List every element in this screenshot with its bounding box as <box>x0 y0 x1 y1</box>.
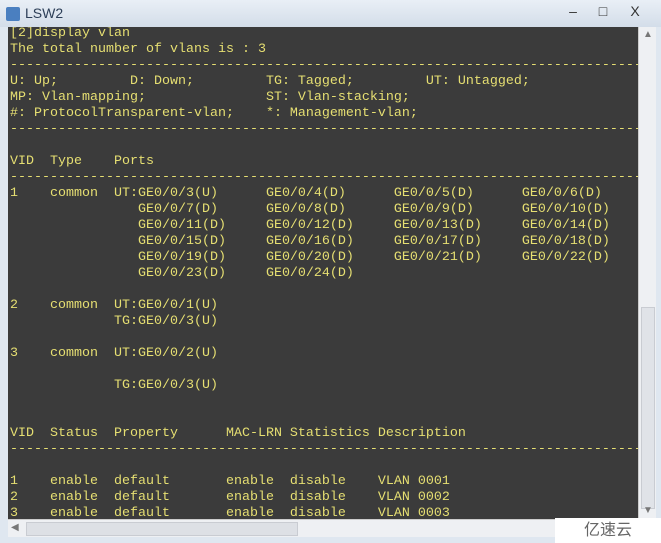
terminal-line: 3 enable default enable disable VLAN 000… <box>10 506 450 519</box>
terminal-line: 1 enable default enable disable VLAN 000… <box>10 474 450 489</box>
title-bar: LSW2 ‒ □ X <box>0 0 661 27</box>
maximize-button[interactable]: □ <box>588 0 618 20</box>
watermark-logo: 亿速云 <box>555 518 661 543</box>
terminal-line: ----------------------------------------… <box>10 58 638 73</box>
terminal-line: [2]display vlan <box>10 27 130 41</box>
terminal-line: MP: Vlan-mapping; ST: Vlan-stacking; <box>10 90 410 105</box>
terminal-line: GE0/0/15(D) GE0/0/16(D) GE0/0/17(D) GE0/… <box>10 234 610 249</box>
terminal-line: 1 common UT:GE0/0/3(U) GE0/0/4(D) GE0/0/… <box>10 186 602 201</box>
terminal-line: ----------------------------------------… <box>10 170 638 185</box>
terminal-line: GE0/0/19(D) GE0/0/20(D) GE0/0/21(D) GE0/… <box>10 250 610 265</box>
scroll-down-icon[interactable]: ▼ <box>643 505 653 516</box>
terminal-line: GE0/0/11(D) GE0/0/12(D) GE0/0/13(D) GE0/… <box>10 218 610 233</box>
close-button[interactable]: X <box>620 0 650 20</box>
app-icon <box>6 7 20 21</box>
scroll-up-icon[interactable]: ▲ <box>643 29 653 40</box>
terminal-line: The total number of vlans is : 3 <box>10 42 266 57</box>
terminal-line: GE0/0/23(D) GE0/0/24(D) <box>10 266 354 281</box>
window-title: LSW2 <box>25 5 64 21</box>
horizontal-scroll-thumb[interactable] <box>26 522 298 536</box>
horizontal-scrollbar[interactable]: ◀ <box>8 519 638 537</box>
terminal-line: GE0/0/7(D) GE0/0/8(D) GE0/0/9(D) GE0/0/1… <box>10 202 610 217</box>
scroll-left-icon[interactable]: ◀ <box>11 522 19 533</box>
terminal-output[interactable]: [2]display vlan The total number of vlans… <box>8 27 638 519</box>
terminal-line: 3 common UT:GE0/0/2(U) <box>10 346 218 361</box>
terminal-line: VID Type Ports <box>10 154 154 169</box>
terminal-line: U: Up; D: Down; TG: Tagged; UT: Untagged… <box>10 74 530 89</box>
terminal-line: ----------------------------------------… <box>10 442 638 457</box>
terminal-line: #: ProtocolTransparent-vlan; *: Manageme… <box>10 106 418 121</box>
minimize-button[interactable]: ‒ <box>558 0 588 20</box>
terminal-line: 2 enable default enable disable VLAN 000… <box>10 490 450 505</box>
terminal-line: TG:GE0/0/3(U) <box>10 314 218 329</box>
terminal-text: [2]display vlan The total number of vlans… <box>8 27 638 519</box>
terminal-line: VID Status Property MAC-LRN Statistics D… <box>10 426 466 441</box>
terminal-line: TG:GE0/0/3(U) <box>10 378 218 393</box>
terminal-line: 2 common UT:GE0/0/1(U) <box>10 298 218 313</box>
terminal-line: ----------------------------------------… <box>10 122 638 137</box>
vertical-scrollbar[interactable]: ▲ ▼ <box>638 27 656 519</box>
vertical-scroll-thumb[interactable] <box>641 307 655 509</box>
